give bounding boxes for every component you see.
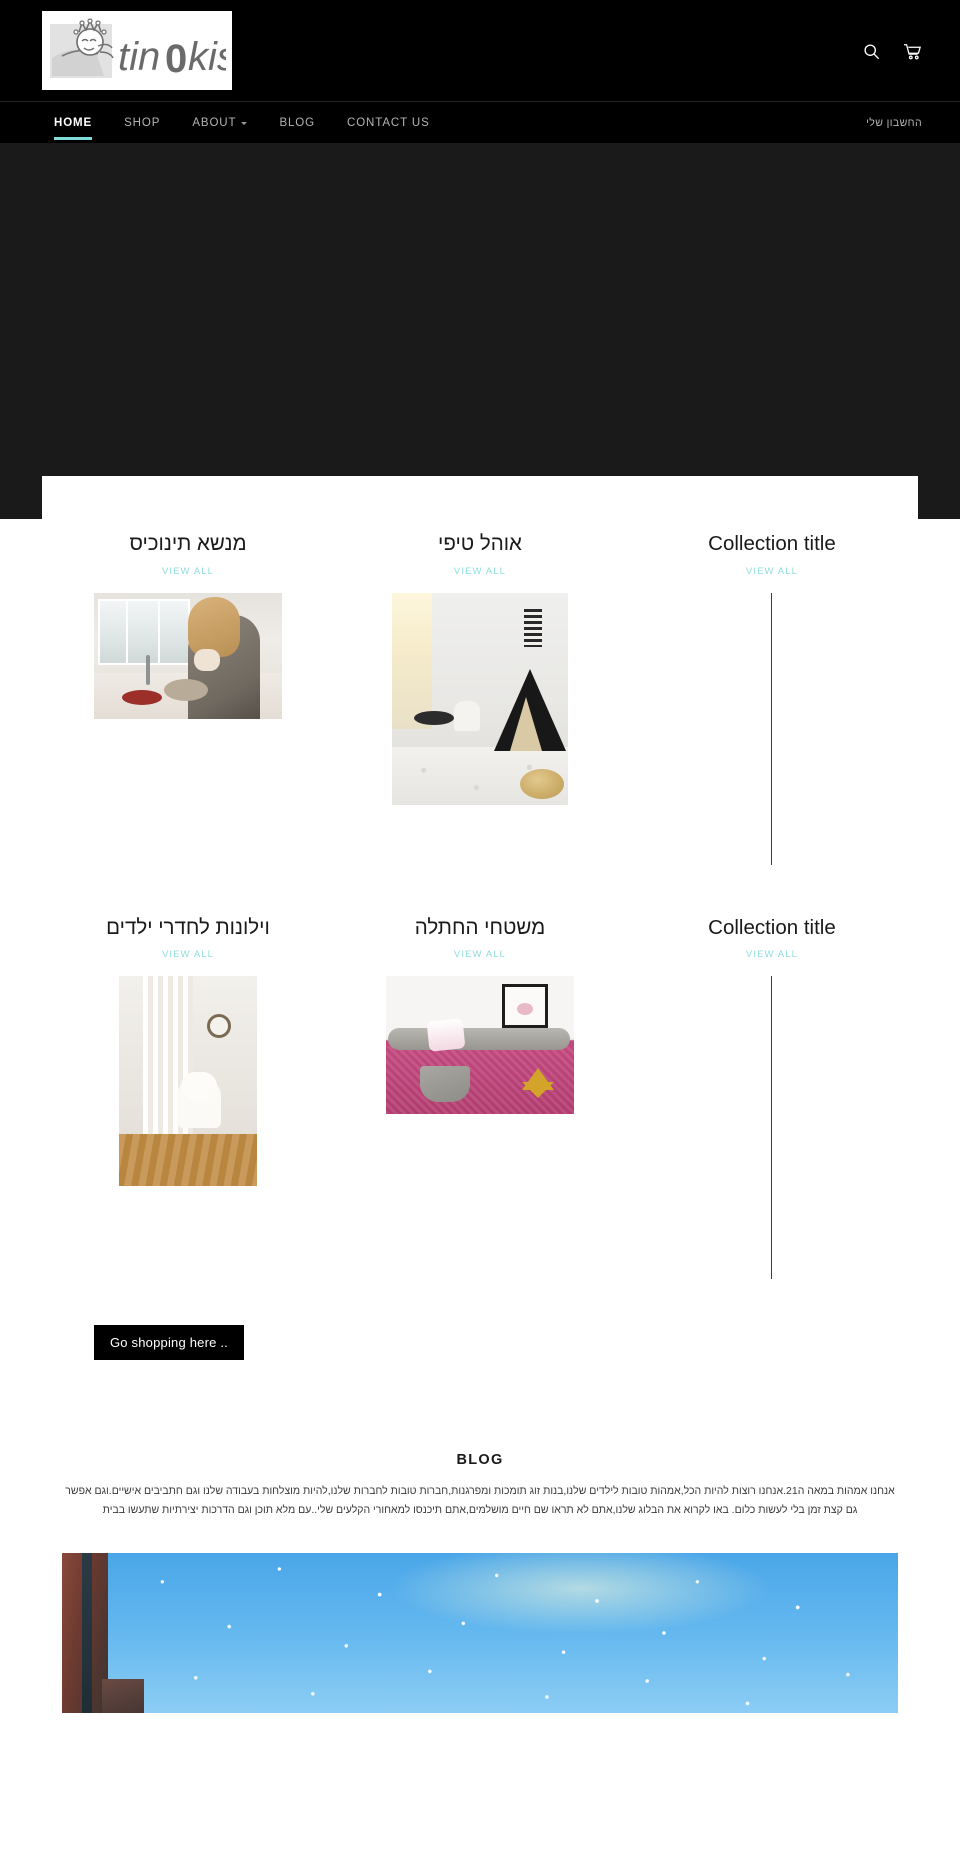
view-all-link[interactable]: VIEW ALL	[454, 949, 506, 960]
collections-grid: מנשא תינוכיס VIEW ALL אוהל טיפי VIEW ALL…	[0, 519, 960, 1280]
header-icons	[861, 41, 922, 61]
site-header: tin 0 kis	[0, 0, 960, 101]
collection-image-teepee-tent[interactable]	[391, 592, 568, 805]
svg-text:0: 0	[165, 37, 187, 81]
view-all-link[interactable]: VIEW ALL	[746, 949, 798, 960]
tinokis-logo-icon: tin 0 kis	[50, 17, 226, 81]
hero-banner	[0, 143, 960, 476]
blog-image-container	[0, 1553, 960, 1713]
collection-media	[626, 592, 918, 865]
collection-placeholder-rule	[771, 976, 773, 1280]
blog-intro-text: אנחנו אמהות במאה ה21.אנחנו רוצות להיות ה…	[65, 1485, 895, 1516]
collection-card-placeholder-2[interactable]: Collection title VIEW ALL	[626, 903, 918, 1280]
svg-text:tin: tin	[118, 35, 160, 79]
blog-heading: BLOG	[456, 1452, 504, 1469]
collections-section: מנשא תינוכיס VIEW ALL אוהל טיפי VIEW ALL…	[0, 476, 960, 1280]
collection-card-curtains[interactable]: וילונות לחדרי ילדים VIEW ALL	[42, 903, 334, 1280]
collections-white-shelf	[42, 476, 918, 519]
go-shopping-button[interactable]: Go shopping here ..	[94, 1325, 244, 1361]
collection-title: וילונות לחדרי ילדים	[106, 915, 270, 939]
view-all-link[interactable]: VIEW ALL	[162, 949, 214, 960]
chevron-down-icon	[241, 122, 248, 125]
collection-row-2: וילונות לחדרי ילדים VIEW ALL משטחי החתלה…	[42, 903, 918, 1280]
collection-media	[42, 976, 334, 1187]
nav-list: HOME SHOP ABOUT BLOG CONTACT US	[38, 102, 446, 144]
search-icon[interactable]	[861, 41, 881, 61]
view-all-link[interactable]: VIEW ALL	[454, 566, 506, 577]
view-all-link[interactable]: VIEW ALL	[162, 566, 214, 577]
logo-link[interactable]: tin 0 kis	[42, 11, 232, 90]
blog-section: BLOG אנחנו אמהות במאה ה21.אנחנו רוצות לה…	[0, 1452, 960, 1519]
collection-placeholder-rule	[771, 592, 773, 865]
collections-top-strip	[0, 476, 960, 519]
collection-card-placeholder-1[interactable]: Collection title VIEW ALL	[626, 519, 918, 865]
collection-row-1: מנשא תינוכיס VIEW ALL אוהל טיפי VIEW ALL…	[42, 519, 918, 865]
collection-card-teepee[interactable]: אוהל טיפי VIEW ALL	[334, 519, 626, 865]
nav-link-about-label: ABOUT	[192, 116, 237, 129]
collection-media	[626, 976, 918, 1280]
collection-image-nursery-curtains[interactable]	[118, 976, 257, 1187]
main-navigation: HOME SHOP ABOUT BLOG CONTACT US החשבון ש…	[0, 101, 960, 143]
cart-icon[interactable]	[902, 41, 922, 61]
collection-card-changing-mats[interactable]: משטחי החתלה VIEW ALL	[334, 903, 626, 1280]
nav-link-shop[interactable]: SHOP	[108, 102, 176, 144]
nav-link-contact-us[interactable]: CONTACT US	[331, 102, 446, 144]
nav-link-blog[interactable]: BLOG	[263, 102, 331, 144]
collection-title: משטחי החתלה	[414, 915, 546, 939]
blog-image-string-lights[interactable]	[62, 1553, 898, 1713]
svg-text:kis: kis	[188, 35, 226, 79]
collection-title: Collection title	[708, 532, 836, 555]
collection-image-baby-carrier[interactable]	[93, 592, 282, 719]
collection-card-carrier[interactable]: מנשא תינוכיס VIEW ALL	[42, 519, 334, 865]
collection-image-changing-mat[interactable]	[385, 976, 574, 1115]
nav-item-blog: BLOG	[263, 102, 331, 144]
nav-item-home: HOME	[38, 102, 108, 144]
collection-media	[334, 976, 626, 1115]
my-account-link[interactable]: החשבון שלי	[866, 102, 922, 144]
nav-link-home[interactable]: HOME	[38, 102, 108, 144]
nav-item-about: ABOUT	[176, 102, 263, 144]
nav-item-contact: CONTACT US	[331, 102, 446, 144]
collection-title: Collection title	[708, 915, 836, 939]
view-all-link[interactable]: VIEW ALL	[746, 566, 798, 577]
nav-link-about[interactable]: ABOUT	[176, 102, 263, 144]
collection-media	[334, 592, 626, 805]
nav-item-shop: SHOP	[108, 102, 176, 144]
shop-button-container: Go shopping here ..	[0, 1325, 960, 1361]
collection-media	[42, 592, 334, 719]
collection-title: אוהל טיפי	[438, 532, 522, 555]
page-root: tin 0 kis	[0, 0, 960, 1713]
collection-title: מנשא תינוכיס	[129, 532, 247, 555]
